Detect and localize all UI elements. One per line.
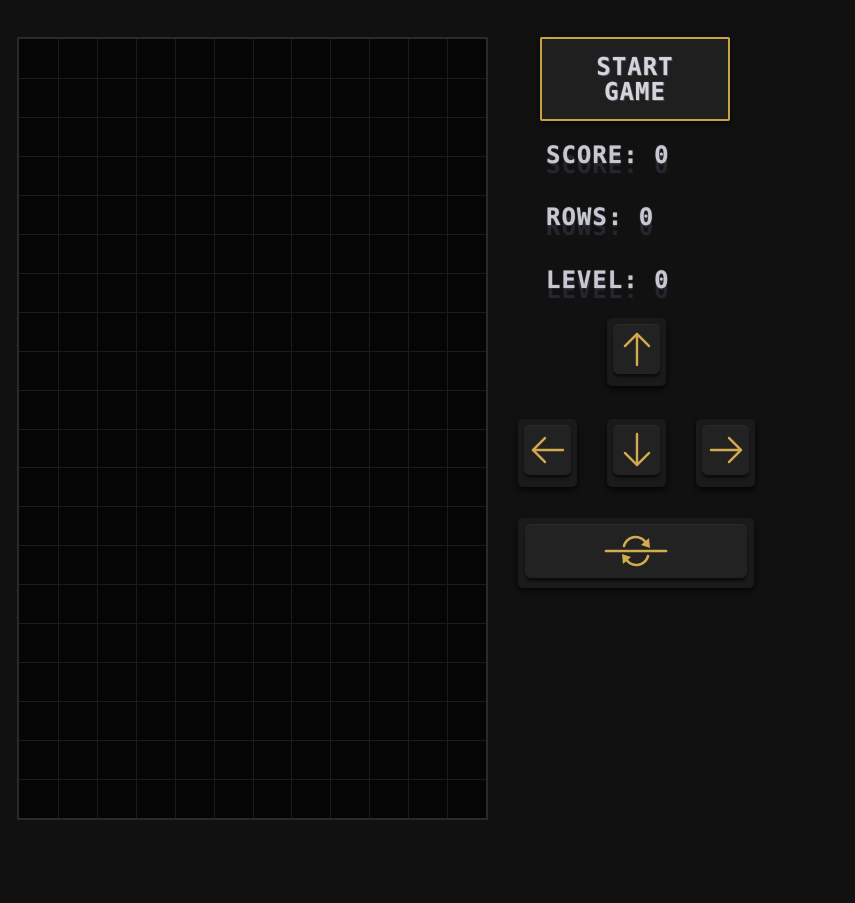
level-display: LEVEL: 0: [546, 266, 670, 294]
board-grid: [19, 39, 486, 818]
arrow-right-icon: [709, 436, 742, 464]
down-key-cap: [613, 425, 660, 475]
rotate-icon: [604, 535, 668, 567]
arrow-left-icon: [531, 436, 564, 464]
rows-display: ROWS: 0: [546, 203, 655, 231]
right-key-cap: [702, 425, 749, 475]
left-key[interactable]: [518, 419, 577, 487]
arrow-down-icon: [623, 432, 650, 467]
arrow-up-icon: [623, 332, 650, 367]
right-key[interactable]: [696, 419, 755, 487]
rotate-key[interactable]: [518, 518, 754, 588]
down-key[interactable]: [607, 419, 666, 487]
left-key-cap: [524, 425, 571, 475]
start-game-label: START GAME: [596, 51, 674, 107]
score-display: SCORE: 0: [546, 141, 670, 169]
rotate-key-cap: [525, 524, 747, 578]
start-game-button[interactable]: START GAME: [540, 37, 730, 121]
up-key[interactable]: [607, 318, 666, 386]
game-board: [17, 37, 488, 820]
up-key-cap: [613, 324, 660, 374]
